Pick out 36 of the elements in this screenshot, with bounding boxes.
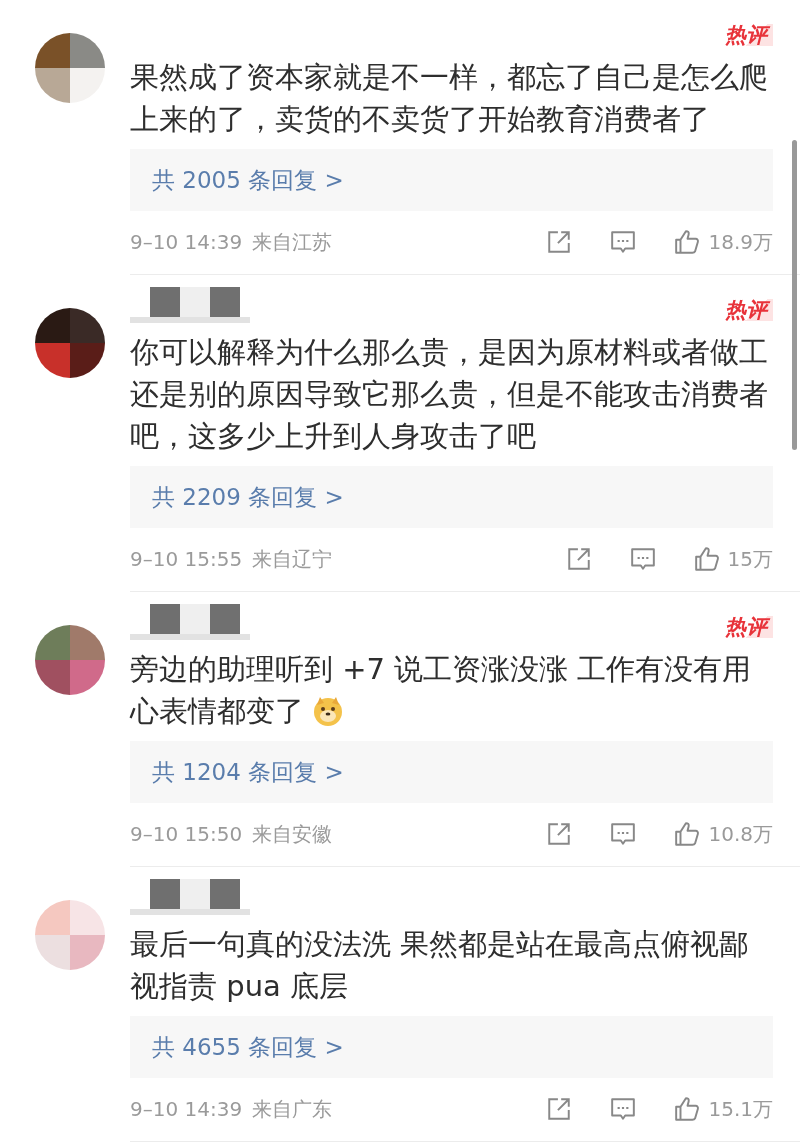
thumbs-up-icon	[693, 546, 720, 572]
comment-icon[interactable]	[629, 546, 656, 572]
comment-time: 9–10 14:39	[130, 230, 243, 254]
like-button[interactable]: 18.9万	[674, 228, 773, 256]
view-replies-link[interactable]: 共 2209 条回复 >	[130, 466, 773, 528]
scroll-bar[interactable]	[792, 140, 797, 450]
comment-icon[interactable]	[610, 821, 637, 847]
hot-comment-badge: 热评	[725, 616, 773, 638]
comment-text: 最后一句真的没法洗 果然都是站在最高点俯视鄙视指责 pua 底层	[130, 927, 749, 1003]
like-button[interactable]: 15万	[693, 545, 773, 573]
like-button[interactable]: 15.1万	[674, 1095, 773, 1123]
comment-text: 你可以解释为什么那么贵，是因为原材料或者做工还是别的原因导致它那么贵，但是不能攻击消费者吧，这多少上升到人身攻击了吧	[130, 335, 768, 453]
comment-time: 9–10 14:39	[130, 1097, 243, 1121]
comment-location: 来自广东	[252, 1095, 333, 1123]
thumbs-up-icon	[674, 1096, 701, 1122]
comment-text: 果然成了资本家就是不一样，都忘了自己是怎么爬上来的了，卖货的不卖货了开始教育消费者了	[130, 60, 768, 136]
view-replies-link[interactable]: 共 1204 条回复 >	[130, 741, 773, 803]
share-icon[interactable]	[565, 546, 592, 572]
comment-time: 9–10 15:55	[130, 547, 243, 571]
like-button[interactable]: 10.8万	[674, 820, 773, 848]
thumbs-up-icon	[674, 229, 701, 255]
view-replies-link[interactable]: 共 4655 条回复 >	[130, 1016, 773, 1078]
comment-time: 9–10 15:50	[130, 822, 243, 846]
thumbs-up-icon	[674, 821, 701, 847]
share-icon[interactable]	[546, 821, 573, 847]
comment-text: 旁边的助理听到 +7 说工资涨没涨 工作有没有用心表情都变了	[130, 652, 752, 728]
comment-location: 来自安徽	[252, 820, 333, 848]
comment-icon[interactable]	[610, 229, 637, 255]
comment-location: 来自辽宁	[252, 545, 333, 573]
comment-icon[interactable]	[610, 1096, 637, 1122]
share-icon[interactable]	[546, 1096, 573, 1122]
view-replies-link[interactable]: 共 2005 条回复 >	[130, 149, 773, 211]
hot-comment-badge: 热评	[725, 299, 773, 321]
share-icon[interactable]	[546, 229, 573, 255]
hot-comment-badge: 热评	[725, 24, 773, 46]
comment-location: 来自江苏	[252, 228, 333, 256]
